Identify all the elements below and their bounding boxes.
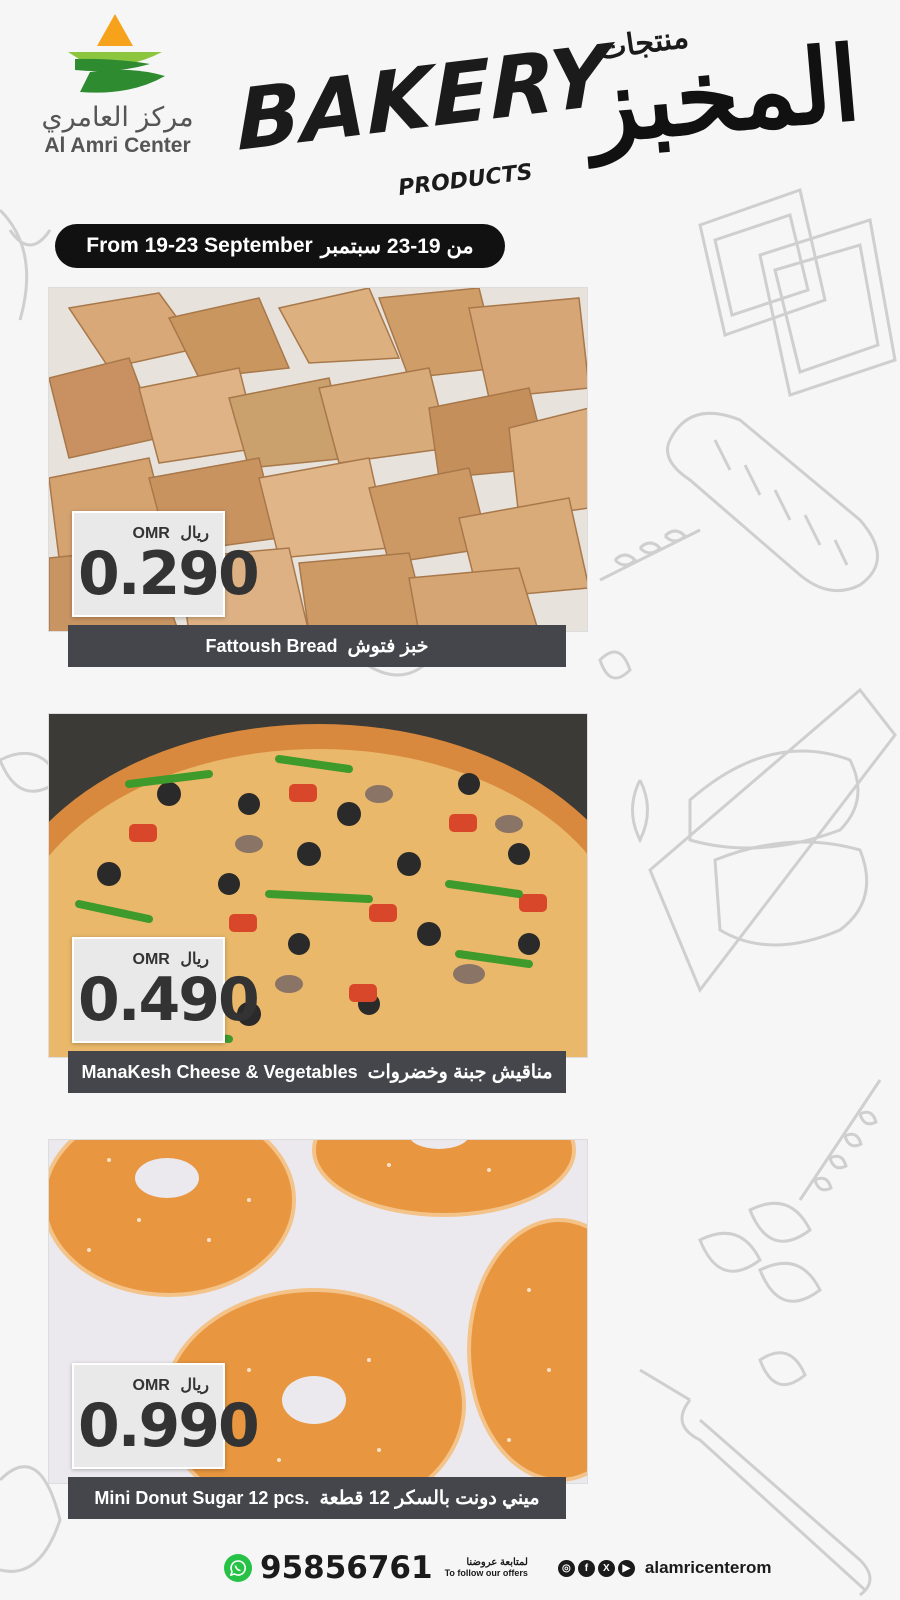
brand-logo-mark-icon: [68, 14, 165, 93]
offer-date-pill: From 19-23 September من 19-23 سبتمبر: [55, 224, 505, 268]
follow-offers-arabic: لمتابعة عروضنا: [466, 1557, 528, 1568]
product-name-arabic: ميني دونت بالسكر 12 قطعة: [319, 1487, 540, 1509]
product-name-bar: ManaKesh Cheese & Vegetables مناقيش جبنة…: [68, 1051, 566, 1093]
product-name-bar: Fattoush Bread خبز فتوش: [68, 625, 566, 667]
follow-offers-label: لمتابعة عروضنا To follow our offers: [445, 1557, 528, 1579]
product-card-donuts[interactable]: OMR ريال 0.990 Mini Donut Sugar 12 pcs. …: [48, 1139, 588, 1519]
whatsapp-icon[interactable]: [224, 1554, 252, 1582]
social-handle[interactable]: alamricenterom: [645, 1558, 772, 1578]
product-card-manakesh[interactable]: OMR ريال 0.490 ManaKesh Cheese & Vegetab…: [48, 713, 588, 1093]
product-name-arabic: خبز فتوش: [347, 635, 429, 657]
price-value: 0.490: [78, 965, 260, 1035]
facebook-icon[interactable]: f: [577, 1559, 595, 1577]
price-tag: OMR ريال 0.490: [72, 937, 260, 1043]
follow-offers-english: To follow our offers: [444, 1568, 528, 1578]
product-card-fattoush[interactable]: OMR ريال 0.290 Fattoush Bread خبز فتوش: [48, 287, 588, 667]
product-name-arabic: مناقيش جبنة وخضروات: [367, 1061, 553, 1083]
price-value: 0.290: [78, 539, 260, 609]
brand-logo: مركز العامري Al Amri Center: [30, 14, 205, 164]
product-name-english: ManaKesh Cheese & Vegetables: [81, 1061, 358, 1082]
offer-date-english: From 19-23 September: [86, 234, 313, 257]
phone-number[interactable]: 95856761: [260, 1550, 433, 1586]
brand-name-english: Al Amri Center: [44, 134, 191, 157]
contact-footer: 95856761 لمتابعة عروضنا To follow our of…: [224, 1550, 772, 1586]
price-value: 0.990: [78, 1391, 260, 1461]
social-icons: ◎ f X ▶: [557, 1559, 635, 1577]
product-name-english: Fattoush Bread: [205, 635, 338, 656]
price-tag: OMR ريال 0.990: [72, 1363, 260, 1469]
brand-name-arabic: مركز العامري: [41, 102, 194, 132]
offer-date-arabic: من 19-23 سبتمبر: [320, 234, 474, 258]
x-icon[interactable]: X: [597, 1559, 615, 1577]
product-name-english: Mini Donut Sugar 12 pcs.: [94, 1487, 310, 1508]
price-tag: OMR ريال 0.290: [72, 511, 260, 617]
instagram-icon[interactable]: ◎: [557, 1559, 575, 1577]
youtube-icon[interactable]: ▶: [617, 1559, 635, 1577]
product-name-bar: Mini Donut Sugar 12 pcs. ميني دونت بالسك…: [68, 1477, 566, 1519]
